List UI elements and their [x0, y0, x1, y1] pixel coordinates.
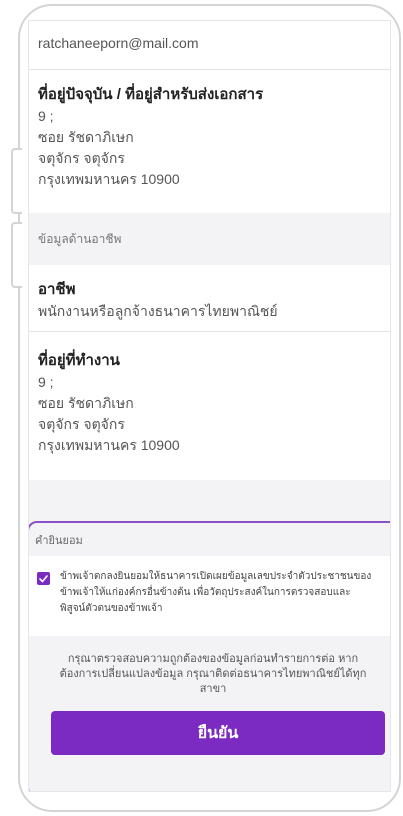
checkmark-icon [39, 574, 48, 582]
current-address-line: จตุจักร จตุจักร [38, 150, 125, 166]
consent-text: ข้าพเจ้าตกลงยินยอมให้ธนาคารเปิดเผยข้อมูล… [60, 569, 371, 617]
current-address-block: ที่อยู่ปัจจุบัน / ที่อยู่สำหรับส่งเอกสาร… [29, 70, 390, 213]
occupation-section-label: ข้อมูลด้านอาชีพ [29, 213, 390, 265]
volume-down-button [11, 222, 22, 288]
work-address-block: ที่อยู่ที่ทำงาน 9 ; ซอย รัชดาภิเษก จตุจั… [29, 332, 390, 480]
work-address-line: ซอย รัชดาภิเษก [38, 395, 134, 411]
current-address-line: ซอย รัชดาภิเษก [38, 129, 134, 145]
current-address-line: กรุงเทพมหานคร 10900 [38, 171, 180, 187]
occupation-block: อาชีพ พนักงานหรือลูกจ้างธนาคารไทยพาณิชย์ [29, 265, 390, 331]
notice-line: สาขา [199, 683, 227, 695]
consent-option[interactable]: ข้าพเจ้าตกลงยินยอมให้ธนาคารเปิดเผยข้อมูล… [29, 556, 390, 636]
occupation-value: พนักงานหรือลูกจ้างธนาคารไทยพาณิชย์ [38, 303, 278, 319]
consent-text-line: พิสูจน์ตัวตนของข้าพเจ้า [60, 603, 163, 614]
notice-line: กรุณาตรวจสอบความถูกต้องของข้อมูลก่อนทำรา… [67, 653, 359, 665]
confirm-button[interactable]: ยืนยัน [51, 711, 385, 755]
verification-notice: กรุณาตรวจสอบความถูกต้องของข้อมูลก่อนทำรา… [29, 636, 390, 697]
review-screen: ratchaneeporn@mail.com ที่อยู่ปัจจุบัน /… [28, 20, 391, 792]
work-address-line: กรุงเทพมหานคร 10900 [38, 437, 180, 453]
notice-line: ต้องการเปลี่ยนแปลงข้อมูล กรุณาติดต่อธนาค… [59, 668, 367, 680]
consent-section: คำยินยอม ข้าพเจ้าตกลงยินยอมให้ธนาคารเปิด… [29, 521, 390, 791]
current-address-heading: ที่อยู่ปัจจุบัน / ที่อยู่สำหรับส่งเอกสาร [38, 86, 264, 103]
work-address-line: 9 ; [38, 374, 54, 390]
current-address-line: 9 ; [38, 108, 54, 124]
consent-checkbox[interactable] [37, 572, 50, 585]
consent-text-line: ข้าพเจ้าตกลงยินยอมให้ธนาคารเปิดเผยข้อมูล… [60, 571, 372, 582]
email-value: ratchaneeporn@mail.com [38, 35, 199, 51]
consent-title: คำยินยอม [35, 534, 83, 547]
work-address-line: จตุจักร จตุจักร [38, 416, 125, 432]
consent-text-line: ข้าพเจ้าให้แก่องค์กรอื่นข้างต้น เพื่อวัต… [60, 587, 351, 598]
work-address-heading: ที่อยู่ที่ทำงาน [38, 352, 120, 369]
email-row: ratchaneeporn@mail.com [29, 21, 390, 69]
occupation-heading: อาชีพ [38, 281, 76, 298]
volume-up-button [11, 148, 22, 214]
